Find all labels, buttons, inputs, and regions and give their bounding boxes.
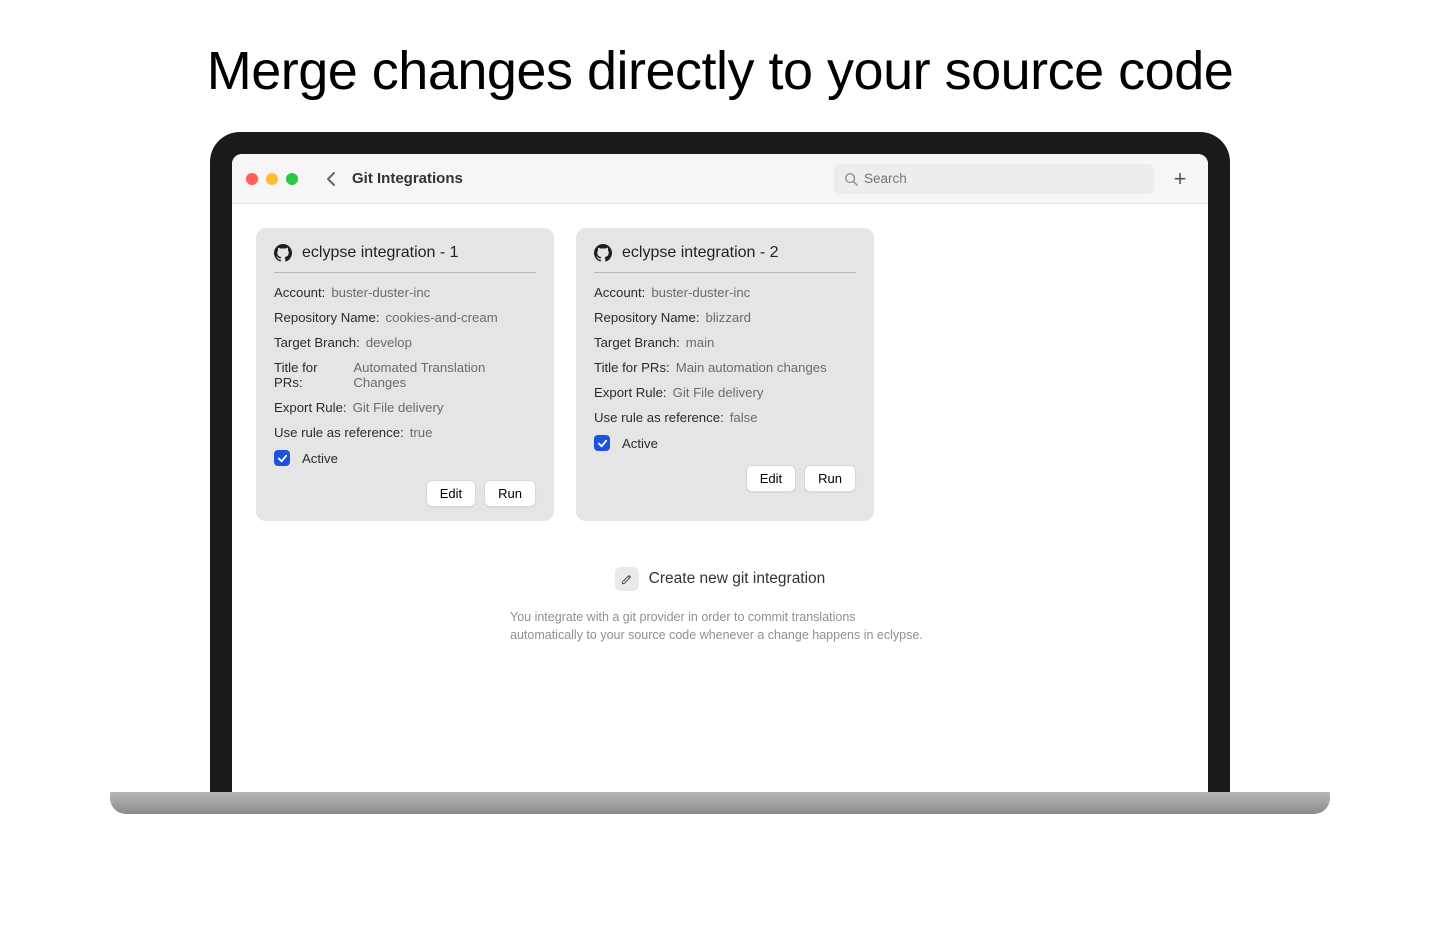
field-repository: Repository Name:blizzard xyxy=(594,310,856,325)
help-text: You integrate with a git provider in ord… xyxy=(510,609,930,644)
active-checkbox[interactable] xyxy=(274,450,290,466)
edit-button[interactable]: Edit xyxy=(426,480,476,507)
field-use-rule-ref: Use rule as reference:false xyxy=(594,410,856,425)
close-icon[interactable] xyxy=(246,173,258,185)
minimize-icon[interactable] xyxy=(266,173,278,185)
card-title: eclypse integration - 1 xyxy=(302,244,459,262)
field-repository: Repository Name:cookies-and-cream xyxy=(274,310,536,325)
active-label: Active xyxy=(302,451,338,466)
edit-button[interactable]: Edit xyxy=(746,465,796,492)
create-integration-button[interactable]: Create new git integration xyxy=(615,567,826,591)
field-export-rule: Export Rule:Git File delivery xyxy=(274,400,536,415)
back-button[interactable] xyxy=(318,166,344,192)
field-export-rule: Export Rule:Git File delivery xyxy=(594,385,856,400)
field-pr-title: Title for PRs:Main automation changes xyxy=(594,360,856,375)
run-button[interactable]: Run xyxy=(484,480,536,507)
field-account: Account:buster-duster-inc xyxy=(594,285,856,300)
add-button[interactable]: + xyxy=(1166,166,1194,192)
active-checkbox[interactable] xyxy=(594,435,610,451)
field-branch: Target Branch:develop xyxy=(274,335,536,350)
field-account: Account:buster-duster-inc xyxy=(274,285,536,300)
github-icon xyxy=(274,244,292,262)
search-field[interactable] xyxy=(864,171,1144,186)
search-icon xyxy=(844,172,858,186)
integration-card: eclypse integration - 2 Account:buster-d… xyxy=(576,228,874,521)
active-label: Active xyxy=(622,436,658,451)
page-headline: Merge changes directly to your source co… xyxy=(0,40,1440,102)
search-input[interactable] xyxy=(834,164,1154,194)
card-title: eclypse integration - 2 xyxy=(622,244,779,262)
field-pr-title: Title for PRs:Automated Translation Chan… xyxy=(274,360,536,390)
window-controls xyxy=(246,173,298,185)
window-toolbar: Git Integrations + xyxy=(232,154,1208,204)
compose-icon xyxy=(615,567,639,591)
github-icon xyxy=(594,244,612,262)
run-button[interactable]: Run xyxy=(804,465,856,492)
field-branch: Target Branch:main xyxy=(594,335,856,350)
maximize-icon[interactable] xyxy=(286,173,298,185)
window-title: Git Integrations xyxy=(352,170,463,187)
create-integration-label: Create new git integration xyxy=(649,570,826,588)
integration-card: eclypse integration - 1 Account:buster-d… xyxy=(256,228,554,521)
field-use-rule-ref: Use rule as reference:true xyxy=(274,425,536,440)
laptop-mockup: Git Integrations + ec xyxy=(210,132,1230,814)
